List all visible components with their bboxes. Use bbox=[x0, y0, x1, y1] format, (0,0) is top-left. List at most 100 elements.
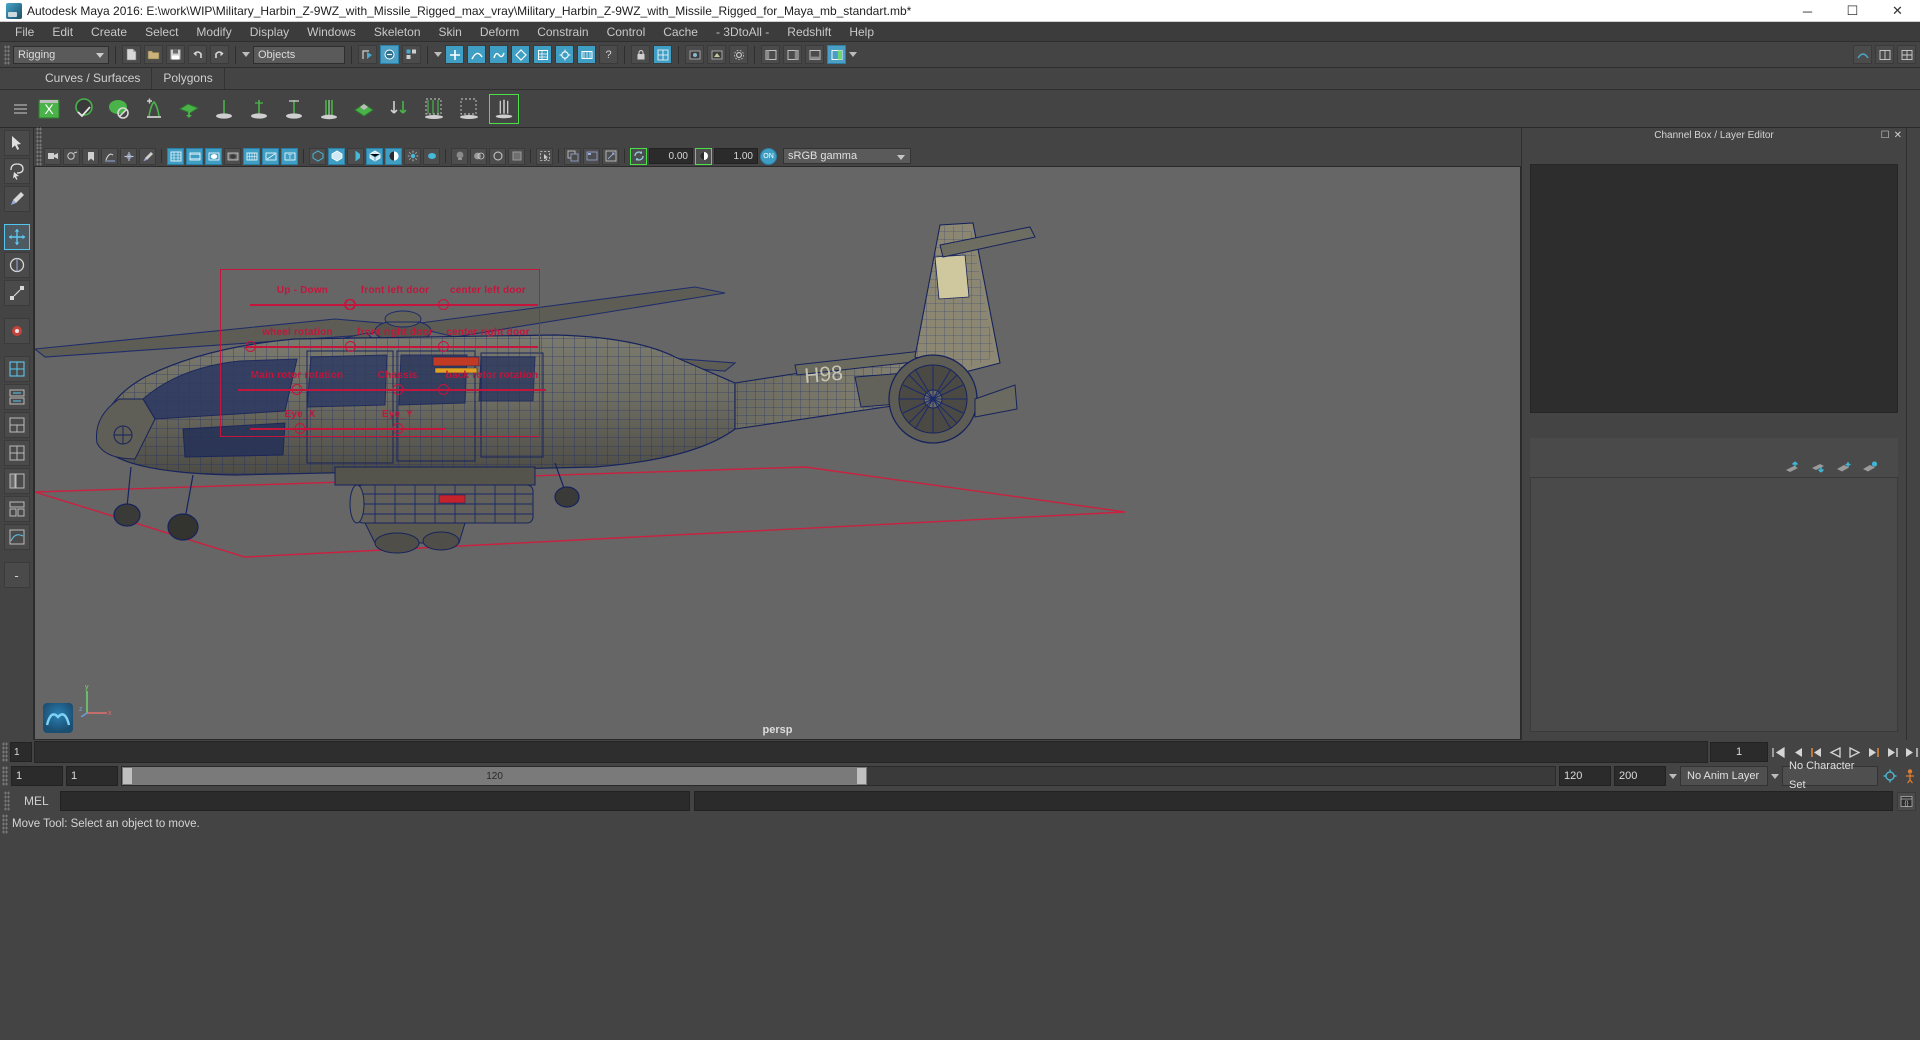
menu-help[interactable]: Help bbox=[840, 22, 883, 42]
script-editor-icon[interactable]: {} bbox=[1897, 791, 1916, 811]
move-tool-icon[interactable] bbox=[3, 224, 30, 250]
isolate-select-icon[interactable] bbox=[536, 147, 553, 165]
layout-two-pane-icon[interactable] bbox=[3, 384, 30, 410]
xgen-disable-icon[interactable] bbox=[104, 94, 134, 124]
control-slider-track[interactable] bbox=[438, 384, 546, 395]
menu-control[interactable]: Control bbox=[598, 22, 655, 42]
sidebar-toggle-left-icon[interactable] bbox=[761, 45, 780, 64]
control-wheel-rotation[interactable]: wheel rotation bbox=[245, 327, 350, 352]
command-input-field[interactable] bbox=[60, 791, 690, 811]
mask-deformers-icon[interactable] bbox=[511, 45, 530, 64]
layout-more-icon[interactable]: - bbox=[3, 562, 30, 588]
rotate-tool-icon[interactable] bbox=[3, 252, 30, 278]
paint-select-tool-icon[interactable] bbox=[3, 186, 30, 212]
new-scene-icon[interactable] bbox=[122, 45, 141, 64]
snap-to-grids-icon[interactable] bbox=[653, 45, 672, 64]
layout-three-pane-icon[interactable] bbox=[3, 412, 30, 438]
layout-four-pane-icon[interactable] bbox=[3, 440, 30, 466]
animation-preferences-icon[interactable] bbox=[1881, 767, 1898, 786]
menu-skin[interactable]: Skin bbox=[430, 22, 471, 42]
menuset-selector[interactable]: Rigging bbox=[13, 45, 109, 64]
toggle-texture-icon[interactable] bbox=[564, 147, 581, 165]
range-right-grip[interactable] bbox=[857, 768, 867, 784]
mask-surfaces-icon[interactable] bbox=[489, 45, 508, 64]
xgen-region-2-icon[interactable] bbox=[454, 94, 484, 124]
control-slider-track[interactable] bbox=[438, 341, 538, 352]
lasso-tool-icon[interactable] bbox=[3, 158, 30, 184]
layout-preset-2-icon[interactable] bbox=[1897, 45, 1916, 64]
menu-edit[interactable]: Edit bbox=[43, 22, 82, 42]
step-forward-key-icon[interactable] bbox=[1884, 743, 1901, 762]
last-tool-used-icon[interactable] bbox=[3, 318, 30, 344]
dock-float-icon[interactable]: ☐ bbox=[1881, 130, 1890, 141]
toggle-resolution-gate-icon[interactable] bbox=[205, 147, 222, 165]
smooth-shade-selected-icon[interactable] bbox=[347, 147, 364, 165]
help-mask-icon[interactable]: ? bbox=[599, 45, 618, 64]
control-slider-track[interactable] bbox=[350, 384, 445, 395]
mask-curves-icon[interactable] bbox=[467, 45, 486, 64]
xgen-preview-icon[interactable] bbox=[349, 94, 379, 124]
ipr-render-icon[interactable] bbox=[707, 45, 726, 64]
lighting-default-icon[interactable] bbox=[404, 147, 421, 165]
menu-windows[interactable]: Windows bbox=[298, 22, 365, 42]
control-slider-track[interactable] bbox=[250, 299, 355, 310]
xgen-import-icon[interactable] bbox=[384, 94, 414, 124]
menu-cache[interactable]: Cache bbox=[654, 22, 707, 42]
object-selection-field[interactable]: Objects bbox=[253, 45, 345, 64]
shelf-tab-polygons[interactable]: Polygons bbox=[152, 68, 225, 89]
menu-select[interactable]: Select bbox=[136, 22, 187, 42]
render-settings-icon[interactable] bbox=[729, 45, 748, 64]
sidebar-toggle-right-icon[interactable] bbox=[783, 45, 802, 64]
select-camera-icon[interactable] bbox=[44, 147, 61, 165]
control-center-left-door[interactable]: center left door bbox=[438, 285, 538, 310]
control-up-down[interactable]: Up - Down bbox=[250, 285, 355, 310]
color-management-dropdown[interactable]: sRGB gamma bbox=[783, 148, 911, 164]
control-main-rotor-rotation[interactable]: Main rotor rotation bbox=[238, 370, 356, 395]
wireframe-on-shaded-icon[interactable] bbox=[366, 147, 383, 165]
layout-preset-1-icon[interactable] bbox=[1875, 45, 1894, 64]
camera-attributes-icon[interactable] bbox=[63, 147, 80, 165]
menu-modify[interactable]: Modify bbox=[187, 22, 240, 42]
xgen-active-tool-icon[interactable] bbox=[489, 93, 519, 124]
current-frame-field[interactable]: 1 bbox=[1710, 742, 1768, 762]
control-center-right-door[interactable]: center right door bbox=[438, 327, 538, 352]
control-slider-track[interactable] bbox=[345, 341, 445, 352]
control-slider-track[interactable] bbox=[238, 384, 356, 395]
gamma-reset-icon[interactable] bbox=[695, 147, 712, 165]
toggle-safe-title-icon[interactable]: T bbox=[281, 147, 298, 165]
redo-icon[interactable] bbox=[210, 45, 229, 64]
anim-start-field[interactable]: 1 bbox=[11, 766, 63, 786]
toggle-film-gate-icon[interactable] bbox=[186, 147, 203, 165]
exposure-reset-icon[interactable] bbox=[630, 147, 647, 165]
character-set-dropdown-icon[interactable] bbox=[1771, 773, 1779, 779]
xgen-editor-icon[interactable]: X bbox=[34, 94, 64, 124]
control-chassis[interactable]: Chassis bbox=[350, 370, 445, 395]
create-layer-from-selected-icon[interactable] bbox=[1862, 461, 1878, 473]
go-to-end-icon[interactable] bbox=[1903, 743, 1920, 762]
menu-skeleton[interactable]: Skeleton bbox=[365, 22, 430, 42]
screen-space-ao-icon[interactable] bbox=[451, 147, 468, 165]
shadows-icon[interactable] bbox=[423, 147, 440, 165]
control-eye-x[interactable]: Eye_X bbox=[250, 409, 350, 434]
multi-sample-aa-icon[interactable] bbox=[489, 147, 506, 165]
time-slider[interactable] bbox=[34, 741, 1708, 763]
control-slider-track[interactable] bbox=[350, 423, 445, 434]
render-view-icon[interactable] bbox=[685, 45, 704, 64]
depth-of-field-icon[interactable] bbox=[508, 147, 525, 165]
dock-close-icon[interactable]: ✕ bbox=[1894, 130, 1902, 141]
layout-outliner-persp-icon[interactable] bbox=[3, 468, 30, 494]
menu-file[interactable]: File bbox=[6, 22, 43, 42]
help-line-handle[interactable] bbox=[2, 814, 8, 834]
move-layer-up-icon[interactable] bbox=[1784, 461, 1798, 473]
sidebar-dropdown-icon[interactable] bbox=[849, 52, 857, 57]
create-empty-layer-icon[interactable] bbox=[1836, 461, 1851, 473]
component-mask-dropdown-icon[interactable] bbox=[434, 52, 442, 57]
anim-end-field[interactable]: 200 bbox=[1614, 766, 1666, 786]
control-slider-track[interactable] bbox=[438, 299, 538, 310]
xgen-mask-icon[interactable] bbox=[69, 94, 99, 124]
layout-hypershade-icon[interactable] bbox=[3, 496, 30, 522]
time-slider-handle[interactable] bbox=[2, 742, 8, 762]
menu-redshift[interactable]: Redshift bbox=[778, 22, 840, 42]
move-layer-down-icon[interactable] bbox=[1810, 461, 1824, 473]
control-slider-track[interactable] bbox=[245, 341, 350, 352]
